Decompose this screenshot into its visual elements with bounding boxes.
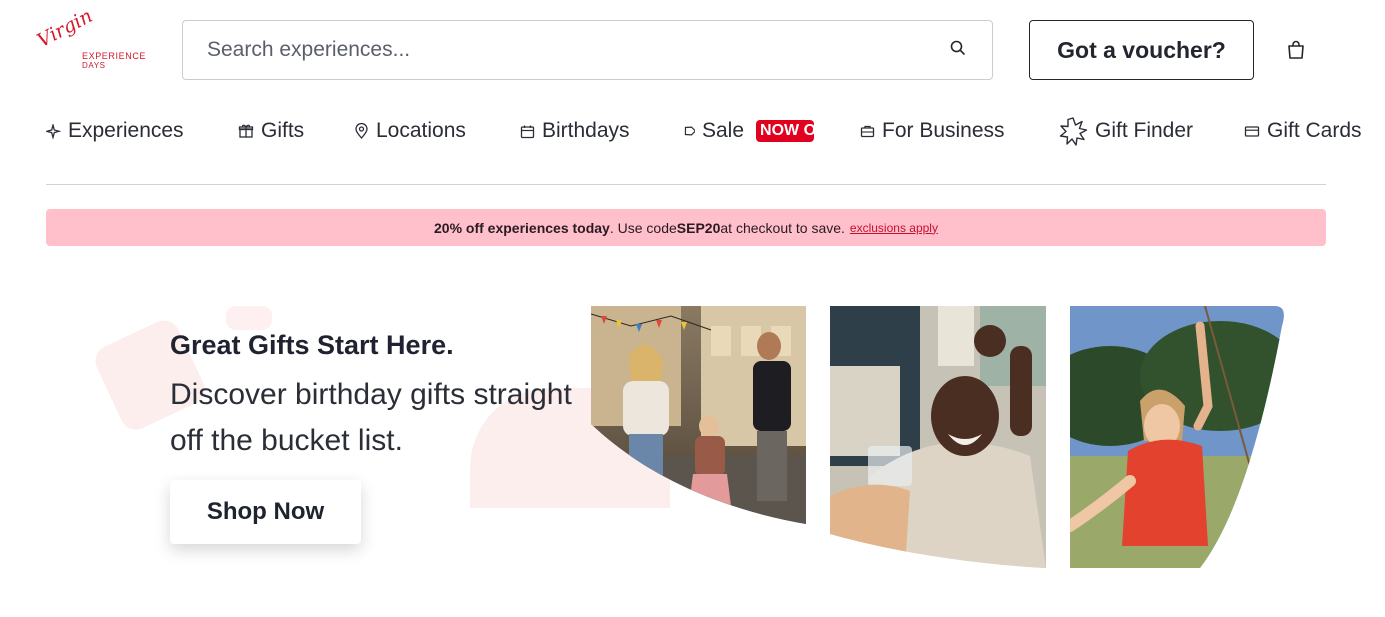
hero-title: Great Gifts Start Here. — [170, 330, 454, 360]
nav-item-gifts[interactable]: Gifts — [238, 106, 304, 156]
sale-badge: NOW ON! — [756, 120, 833, 142]
hero-photo-celebration — [830, 306, 1046, 568]
nav-item-birthdays[interactable]: Birthdays — [520, 106, 630, 156]
starburst-icon — [1059, 117, 1088, 146]
location-pin-icon — [355, 123, 368, 139]
promo-bold-text: 20% off experiences today — [434, 219, 610, 236]
nav-label: Locations — [376, 119, 466, 142]
hero-photo-outdoor — [1070, 306, 1285, 568]
nav-label: For Business — [882, 119, 1005, 142]
promo-text-before-code: . Use code — [609, 219, 677, 236]
nav-item-sale[interactable]: Sale NOW ON! — [683, 106, 833, 156]
got-voucher-button[interactable]: Got a voucher? — [1029, 20, 1254, 80]
promo-code: SEP20 — [676, 219, 721, 236]
logo-line-1: EXPERIENCE — [82, 51, 147, 61]
hero-photo-family — [591, 306, 806, 524]
promo-banner: 20% off experiences today. Use code SEP2… — [46, 209, 1326, 246]
nav-label: Gift Cards — [1267, 119, 1362, 142]
hero-section: Great Gifts Start Here. Discover birthda… — [0, 300, 1385, 570]
search-icon[interactable] — [948, 38, 968, 63]
brand-logo[interactable]: Virgin EXPERIENCE DAYS — [34, 5, 152, 72]
nav-item-gift-finder[interactable]: Gift Finder — [1058, 106, 1193, 156]
search-bar — [182, 20, 993, 80]
card-icon — [1244, 125, 1260, 137]
tag-icon — [684, 126, 695, 136]
promo-text-after-code: at checkout to save. — [720, 219, 845, 236]
shopping-bag-icon[interactable] — [1284, 38, 1308, 62]
nav-item-experiences[interactable]: Experiences — [46, 106, 184, 156]
search-input[interactable] — [207, 38, 948, 62]
exclusions-link[interactable]: exclusions apply — [850, 221, 938, 235]
nav-item-for-business[interactable]: For Business — [860, 106, 1005, 156]
gift-icon — [238, 124, 254, 138]
shop-now-button[interactable]: Shop Now — [170, 480, 361, 544]
sparkle-icon — [46, 123, 61, 139]
nav-divider — [46, 184, 1326, 185]
nav-label: Birthdays — [542, 119, 630, 142]
decor-blob — [226, 306, 272, 330]
hero-subtitle: Discover birthday gifts straight off the… — [170, 378, 572, 457]
nav-item-locations[interactable]: Locations — [354, 106, 466, 156]
nav-item-gift-cards[interactable]: Gift Cards — [1244, 106, 1362, 156]
briefcase-icon — [860, 125, 875, 138]
nav-label: Sale — [702, 119, 745, 142]
calendar-icon — [520, 125, 535, 138]
nav-label: Gifts — [261, 119, 305, 142]
logo-script: Virgin — [33, 4, 97, 52]
nav-label: Experiences — [68, 119, 184, 142]
nav-label: Gift Finder — [1095, 119, 1194, 142]
main-nav: Experiences Gifts Locations Birthdays Sa… — [46, 106, 1376, 156]
logo-line-2: DAYS — [82, 61, 106, 70]
